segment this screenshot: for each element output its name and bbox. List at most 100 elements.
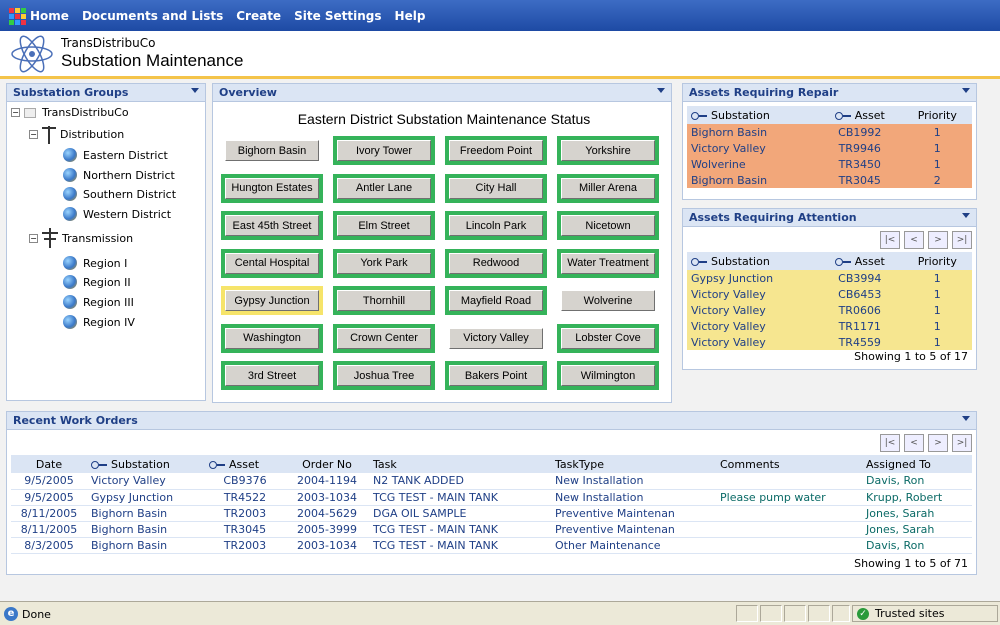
substation-button[interactable]: Bighorn Basin xyxy=(221,136,323,165)
table-row[interactable]: Victory Valley TR1171 1 xyxy=(687,318,972,334)
last-page-button[interactable]: >| xyxy=(952,434,972,452)
substation-button[interactable]: Cental Hospital xyxy=(221,248,323,278)
column-header[interactable]: Substation xyxy=(687,252,817,270)
column-header[interactable]: Asset xyxy=(817,252,903,270)
table-cell[interactable]: Jones, Sarah xyxy=(862,521,972,538)
substation-button[interactable]: York Park xyxy=(333,248,435,278)
collapse-icon[interactable]: − xyxy=(11,108,20,117)
column-header[interactable]: Asset xyxy=(817,106,903,124)
nav-help[interactable]: Help xyxy=(395,9,426,23)
substation-button[interactable]: Freedom Point xyxy=(445,136,547,165)
column-header[interactable]: TaskType xyxy=(551,455,716,473)
substation-button[interactable]: Lobster Cove xyxy=(557,323,659,353)
column-header[interactable]: Priority xyxy=(902,106,972,124)
substation-button[interactable]: East 45th Street xyxy=(221,211,323,240)
table-row[interactable]: 8/11/2005 Bighorn Basin TR2003 2004-5629 DGA… xyxy=(11,505,972,522)
tree-node-region[interactable]: Region I xyxy=(63,256,127,270)
tree-node-district[interactable]: Northern District xyxy=(63,168,175,182)
substation-button[interactable]: Nicetown xyxy=(557,211,659,240)
dropdown-arrow-icon[interactable] xyxy=(191,88,199,93)
substation-label: 3rd Street xyxy=(225,365,319,386)
nav-home[interactable]: Home xyxy=(30,9,69,23)
previous-page-button[interactable]: < xyxy=(904,434,924,452)
table-row[interactable]: Bighorn Basin TR3045 2 xyxy=(687,172,972,188)
table-row[interactable]: Wolverine TR3450 1 xyxy=(687,156,972,172)
dropdown-arrow-icon[interactable] xyxy=(962,416,970,421)
dropdown-arrow-icon[interactable] xyxy=(657,88,665,93)
collapse-icon[interactable]: − xyxy=(29,129,38,139)
table-cell[interactable]: Krupp, Robert xyxy=(862,489,972,506)
nav-documents-and-lists[interactable]: Documents and Lists xyxy=(82,9,223,23)
substation-button[interactable]: Yorkshire xyxy=(557,136,659,165)
substation-button[interactable]: Elm Street xyxy=(333,211,435,240)
substation-button[interactable]: City Hall xyxy=(445,173,547,203)
substation-button[interactable]: Bakers Point xyxy=(445,361,547,390)
table-row[interactable]: 9/5/2005 Victory Valley CB9376 2004-1194 N2 … xyxy=(11,473,972,490)
table-row[interactable]: Gypsy Junction CB3994 1 xyxy=(687,270,972,286)
substation-button[interactable]: Redwood xyxy=(445,248,547,278)
next-page-button[interactable]: > xyxy=(928,434,948,452)
security-zone[interactable]: ✓ Trusted sites xyxy=(852,605,998,622)
table-row[interactable]: Bighorn Basin CB1992 1 xyxy=(687,124,972,140)
table-row[interactable]: Victory Valley CB6453 1 xyxy=(687,286,972,302)
column-header[interactable]: Asset xyxy=(205,455,285,473)
table-cell: TCG TEST - MAIN TANK xyxy=(369,537,551,554)
tree-node-region[interactable]: Region II xyxy=(63,275,131,289)
tree-node-region[interactable]: Region III xyxy=(63,295,134,309)
substation-button[interactable]: Gypsy Junction xyxy=(221,286,323,315)
dropdown-arrow-icon[interactable] xyxy=(962,88,970,93)
substation-button[interactable]: Water Treatment xyxy=(557,248,659,278)
column-header[interactable]: Order No xyxy=(285,455,369,473)
column-header[interactable]: Substation xyxy=(687,106,817,124)
substation-button[interactable]: Mayfield Road xyxy=(445,286,547,315)
substation-button[interactable]: Victory Valley xyxy=(445,324,547,353)
substation-button[interactable]: Thornhill xyxy=(333,286,435,315)
tree-label: Region II xyxy=(83,275,131,289)
site-header: TransDistribuCo Substation Maintenance xyxy=(0,31,1000,76)
collapse-icon[interactable]: − xyxy=(29,233,38,243)
substation-button[interactable]: 3rd Street xyxy=(221,361,323,390)
tree-node-district[interactable]: Western District xyxy=(63,207,171,221)
tree-node-root[interactable]: − TransDistribuCo xyxy=(11,106,129,119)
substation-button[interactable]: Crown Center xyxy=(333,323,435,353)
substation-button[interactable]: Antler Lane xyxy=(333,173,435,203)
substation-label: Miller Arena xyxy=(561,177,655,199)
substation-button[interactable]: Hungton Estates xyxy=(221,173,323,203)
substation-button[interactable]: Ivory Tower xyxy=(333,136,435,165)
table-cell[interactable]: Jones, Sarah xyxy=(862,505,972,522)
table-row[interactable]: Victory Valley TR9946 1 xyxy=(687,140,972,156)
column-header[interactable]: Assigned To xyxy=(862,455,972,473)
substation-button[interactable]: Wolverine xyxy=(557,286,659,315)
substation-button[interactable]: Washington xyxy=(221,323,323,353)
column-header[interactable]: Task xyxy=(369,455,551,473)
substation-button[interactable]: Lincoln Park xyxy=(445,211,547,240)
dropdown-arrow-icon[interactable] xyxy=(962,213,970,218)
table-cell[interactable]: Davis, Ron xyxy=(862,537,972,554)
table-cell[interactable]: Davis, Ron xyxy=(862,473,972,490)
table-row[interactable]: 8/3/2005 Bighorn Basin TR2003 2003-1034 TCG … xyxy=(11,537,972,554)
nav-create[interactable]: Create xyxy=(236,9,281,23)
column-header[interactable]: Substation xyxy=(87,455,205,473)
first-page-button[interactable]: |< xyxy=(880,231,900,249)
nav-site-settings[interactable]: Site Settings xyxy=(294,9,381,23)
next-page-button[interactable]: > xyxy=(928,231,948,249)
tree-node-distribution[interactable]: − Distribution xyxy=(29,124,124,144)
tree-node-transmission[interactable]: − Transmission xyxy=(29,228,133,248)
status-cell xyxy=(832,605,850,622)
column-header[interactable]: Comments xyxy=(716,455,862,473)
last-page-button[interactable]: >| xyxy=(952,231,972,249)
tree-node-region[interactable]: Region IV xyxy=(63,315,135,329)
table-row[interactable]: 8/11/2005 Bighorn Basin TR3045 2005-3999 TCG… xyxy=(11,521,972,538)
table-row[interactable]: Victory Valley TR0606 1 xyxy=(687,302,972,318)
tree-node-district[interactable]: Southern District xyxy=(63,187,176,201)
tree-node-district[interactable]: Eastern District xyxy=(63,148,168,162)
substation-button[interactable]: Wilmington xyxy=(557,361,659,390)
substation-button[interactable]: Miller Arena xyxy=(557,173,659,203)
substation-button[interactable]: Joshua Tree xyxy=(333,361,435,390)
previous-page-button[interactable]: < xyxy=(904,231,924,249)
table-row[interactable]: 9/5/2005 Gypsy Junction TR4522 2003-1034 TCG… xyxy=(11,489,972,506)
first-page-button[interactable]: |< xyxy=(880,434,900,452)
column-header[interactable]: Date xyxy=(11,455,87,473)
column-header[interactable]: Priority xyxy=(902,252,972,270)
table-row[interactable]: Victory Valley TR4559 1 xyxy=(687,334,972,350)
